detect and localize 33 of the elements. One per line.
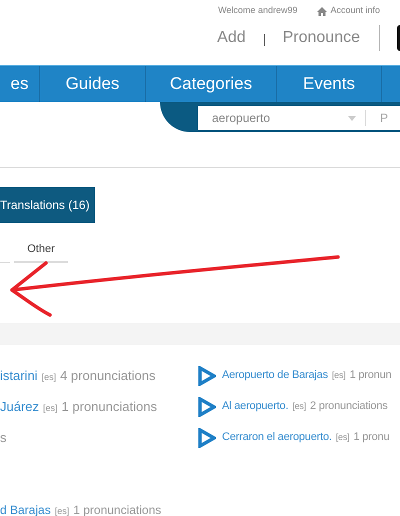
input-field[interactable]: P	[380, 109, 388, 127]
nav-item[interactable]: Guides	[40, 66, 146, 102]
result-link[interactable]: Al aeropuerto.	[222, 400, 288, 412]
result-link[interactable]: Juárez	[0, 398, 40, 414]
search-field[interactable]: aeropuerto	[198, 109, 348, 127]
logo-edge	[397, 25, 400, 51]
tab[interactable]: Other	[14, 240, 68, 263]
account-link[interactable]: Account info	[317, 4, 380, 18]
pronunciation-count: s	[0, 430, 6, 445]
play-icon[interactable]	[198, 366, 216, 386]
result-link[interactable]: Cerraron el aeropuerto.	[222, 431, 332, 444]
result-link[interactable]: Aeropuerto de Barajas	[222, 369, 328, 382]
translations-button[interactable]: Translations (16)	[0, 187, 95, 223]
pronunciation-count: 2 pronunciations	[310, 400, 388, 412]
language-tag: [es]	[336, 432, 350, 442]
language-tag: [es]	[332, 370, 346, 380]
pronunciation-count: 1 pronu	[353, 431, 390, 444]
nav-item[interactable]: es	[0, 66, 40, 102]
result-link[interactable]: istarini	[0, 368, 38, 383]
language-tag: [es]	[42, 372, 56, 382]
home-icon	[317, 6, 328, 16]
language-tag: [es]	[54, 506, 70, 516]
play-icon[interactable]	[198, 396, 216, 416]
header-link[interactable]: Add	[217, 26, 246, 50]
play-icon[interactable]	[198, 428, 216, 448]
pronunciation-count: 1 pronunciations	[62, 398, 157, 414]
caret-icon	[348, 116, 356, 120]
pronunciation-count: 4 pronunciations	[60, 368, 156, 383]
language-tag: [es]	[292, 401, 306, 412]
pronunciation-count: 1 pronun	[350, 369, 392, 382]
header-link[interactable]: Pronounce	[282, 26, 360, 50]
language-tag: [es]	[43, 402, 58, 413]
welcome-text: Welcome andrew99	[218, 4, 298, 18]
